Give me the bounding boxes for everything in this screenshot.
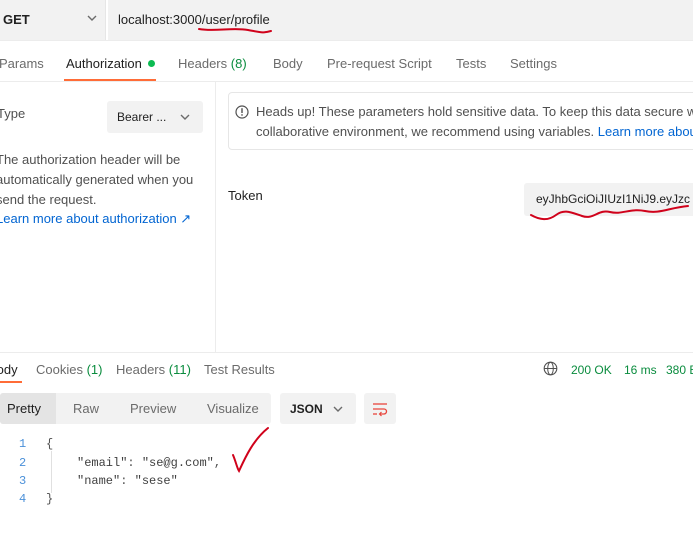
view-raw-button[interactable]: Raw	[73, 401, 99, 416]
tab-settings[interactable]: Settings	[510, 56, 557, 71]
tab-pre-request-script[interactable]: Pre-request Script	[327, 56, 432, 71]
status-badge[interactable]: 200 OK	[571, 363, 612, 377]
line-number: 3	[19, 474, 27, 488]
response-tab-headers[interactable]: Headers (11)	[116, 362, 191, 377]
response-size[interactable]: 380 B	[666, 363, 693, 377]
line-number: 1	[19, 437, 27, 451]
token-value: eyJhbGciOiJIUzI1NiJ9.eyJzc	[536, 192, 691, 206]
code-line: "email": "se@g.com",	[77, 456, 222, 470]
chevron-down-icon	[332, 403, 344, 418]
notice-text: Heads up! These parameters hold sensitiv…	[256, 104, 693, 119]
method-label: GET	[3, 12, 30, 27]
divider	[0, 40, 693, 41]
auth-type-select[interactable]: Bearer ...	[107, 101, 203, 133]
auth-type-label: Type	[0, 106, 26, 121]
line-number: 2	[19, 456, 27, 470]
view-mode-group: Pretty Raw Preview Visualize	[0, 393, 271, 424]
format-select[interactable]: JSON	[280, 393, 356, 424]
response-tab-body[interactable]: Body	[0, 362, 18, 377]
active-response-tab-indicator	[0, 381, 22, 383]
auth-description-line: send the request.	[0, 192, 97, 207]
response-tab-cookies[interactable]: Cookies (1)	[36, 362, 102, 377]
url-bar: GET localhost:3000/user/profile	[0, 0, 693, 40]
tab-tests[interactable]: Tests	[456, 56, 486, 71]
divider	[0, 352, 693, 353]
code-line: "name": "sese"	[77, 474, 178, 488]
alert-icon	[235, 105, 249, 122]
panel-divider	[215, 81, 216, 353]
active-dot-icon	[147, 60, 155, 67]
tab-body[interactable]: Body	[273, 56, 303, 71]
sensitive-data-notice: Heads up! These parameters hold sensitiv…	[228, 92, 693, 150]
view-pretty-button[interactable]: Pretty	[7, 401, 41, 416]
learn-more-variables-link[interactable]: Learn more about	[598, 124, 693, 139]
line-number: 4	[19, 492, 27, 506]
auth-description-line: The authorization header will be	[0, 152, 181, 167]
url-input[interactable]: localhost:3000/user/profile	[108, 0, 693, 40]
learn-more-authorization-link[interactable]: Learn more about authorization ↗	[0, 211, 191, 227]
format-value: JSON	[290, 402, 323, 416]
method-select[interactable]: GET	[0, 0, 106, 40]
code-close-brace: }	[46, 492, 54, 506]
notice-text: collaborative environment, we recommend …	[256, 124, 693, 139]
tab-params[interactable]: Params	[0, 56, 44, 71]
chevron-down-icon	[86, 12, 98, 27]
auth-type-value: Bearer ...	[117, 110, 167, 124]
tab-headers[interactable]: Headers (8)	[178, 56, 247, 71]
wrap-lines-button[interactable]	[364, 393, 396, 424]
divider	[0, 81, 693, 82]
view-preview-button[interactable]: Preview	[130, 401, 176, 416]
tab-authorization[interactable]: Authorization	[66, 56, 155, 71]
view-visualize-button[interactable]: Visualize	[207, 401, 259, 416]
token-input[interactable]: eyJhbGciOiJIUzI1NiJ9.eyJzc	[524, 183, 693, 216]
url-text: localhost:3000/user/profile	[118, 12, 270, 27]
token-label: Token	[228, 188, 263, 203]
auth-description-line: automatically generated when you	[0, 172, 194, 187]
wrap-lines-icon	[372, 401, 388, 420]
chevron-down-icon	[179, 111, 191, 126]
globe-icon[interactable]	[543, 361, 558, 379]
response-time[interactable]: 16 ms	[624, 363, 657, 377]
response-tab-test-results[interactable]: Test Results	[204, 362, 275, 377]
code-open-brace: {	[46, 437, 54, 451]
fold-guide	[51, 451, 52, 493]
